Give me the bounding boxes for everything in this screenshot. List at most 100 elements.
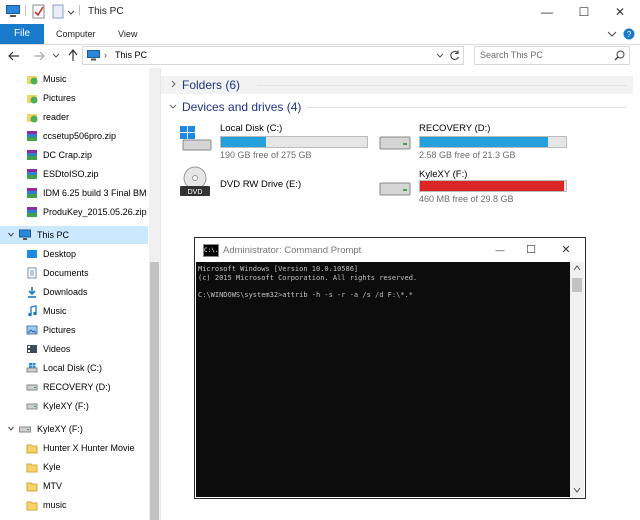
nav-item-reader[interactable]: reader	[0, 108, 148, 126]
folders-header[interactable]: Folders (6)	[182, 78, 240, 92]
nav-item-recovery[interactable]: RECOVERY (D:)	[0, 378, 148, 396]
nav-item-folder[interactable]: Hunter X Hunter Movie	[0, 439, 148, 457]
command-prompt-window[interactable]: C:\. Administrator: Command Prompt — ☐ ✕…	[194, 237, 586, 499]
devices-header[interactable]: Devices and drives (4)	[182, 100, 301, 114]
nav-item-zip[interactable]: ccsetup506pro.zip	[0, 127, 148, 145]
forward-icon[interactable]	[33, 51, 45, 61]
close-icon[interactable]: ✕	[549, 238, 583, 262]
back-icon[interactable]	[8, 51, 20, 61]
drive-name: Local Disk (C:)	[220, 123, 283, 134]
tab-view[interactable]: View	[118, 24, 137, 44]
tab-computer[interactable]: Computer	[56, 24, 96, 44]
windows-drive-icon	[26, 363, 38, 373]
nav-item-downloads[interactable]: Downloads	[0, 283, 148, 301]
nav-item-zip[interactable]: ProduKey_2015.05.26.zip	[0, 203, 148, 221]
tab-file[interactable]: File	[0, 24, 44, 44]
ribbon-expand-icon[interactable]	[607, 30, 617, 38]
nav-item-folder[interactable]: music	[0, 496, 148, 514]
computer-icon[interactable]	[6, 5, 20, 18]
drive-usage-fill	[420, 181, 564, 191]
chevron-down-icon[interactable]	[436, 53, 444, 59]
chevron-down-icon[interactable]	[8, 232, 14, 238]
nav-item-label: ESDtoISO.zip	[43, 169, 99, 179]
nav-item-drive-root[interactable]: KyleXY (F:)	[0, 420, 148, 438]
winrar-archive-icon	[27, 207, 37, 217]
maximize-icon[interactable]: ☐	[515, 238, 547, 262]
nav-item-pictures[interactable]: Pictures	[0, 89, 148, 107]
svg-text:DVD: DVD	[188, 189, 203, 196]
drive-icon	[26, 384, 38, 391]
cmd-console[interactable]: Microsoft Windows [Version 10.0.10586] (…	[196, 262, 570, 497]
music-icon	[28, 305, 37, 317]
computer-icon	[19, 229, 31, 240]
group-divider	[306, 107, 627, 108]
download-icon	[28, 287, 36, 298]
nav-item-music[interactable]: Music	[0, 70, 148, 88]
nav-scroll-thumb[interactable]	[150, 262, 159, 520]
new-folder-icon[interactable]	[52, 4, 64, 19]
nav-item-label: DC Crap.zip	[43, 150, 93, 160]
drive-free-space: 2.58 GB free of 21.3 GB	[419, 150, 516, 160]
chevron-down-icon[interactable]	[67, 5, 75, 17]
nav-item-this-pc[interactable]: This PC	[0, 226, 148, 244]
videos-icon	[27, 345, 37, 353]
chevron-right-icon[interactable]	[171, 80, 177, 88]
recent-locations-icon[interactable]	[52, 53, 60, 59]
nav-item-label: Downloads	[43, 287, 88, 297]
chevron-down-icon[interactable]	[8, 426, 14, 432]
close-icon[interactable]: ✕	[603, 0, 637, 24]
drive-icon	[379, 136, 411, 150]
refresh-icon[interactable]	[449, 50, 460, 61]
chevron-down-icon[interactable]	[169, 104, 177, 110]
nav-item-pictures[interactable]: Pictures	[0, 321, 148, 339]
dvd-drive-icon: DVD	[180, 166, 210, 196]
help-icon[interactable]: ?	[623, 28, 635, 40]
nav-item-kylexy[interactable]: KyleXY (F:)	[0, 397, 148, 415]
cmd-title-bar[interactable]: C:\. Administrator: Command Prompt — ☐ ✕	[195, 238, 585, 262]
folder-icon	[26, 501, 38, 511]
address-bar[interactable]: › This PC	[82, 46, 464, 65]
drive-name: KyleXY (F:)	[419, 169, 468, 180]
cmd-scroll-thumb[interactable]	[572, 278, 582, 292]
nav-item-folder[interactable]: MTV	[0, 477, 148, 495]
nav-item-folder[interactable]: Kyle	[0, 458, 148, 476]
nav-item-label: Local Disk (C:)	[43, 363, 103, 373]
nav-item-local-disk[interactable]: Local Disk (C:)	[0, 359, 148, 377]
nav-item-videos[interactable]: Videos	[0, 340, 148, 358]
nav-item-zip[interactable]: IDM 6.25 build 3 Final BM	[0, 184, 148, 202]
windows-drive-icon	[180, 126, 212, 151]
minimize-icon[interactable]: —	[485, 238, 515, 262]
cmd-scrollbar[interactable]	[570, 262, 584, 497]
nav-item-label: Music	[43, 74, 67, 84]
nav-item-label: ProduKey_2015.05.26.zip	[43, 207, 147, 217]
winrar-archive-icon	[27, 150, 37, 160]
nav-item-folder[interactable]	[0, 515, 148, 520]
nav-item-label: Kyle	[43, 462, 61, 472]
svg-text:?: ?	[627, 30, 632, 39]
up-icon[interactable]	[68, 49, 78, 62]
search-icon[interactable]	[614, 50, 625, 61]
nav-item-zip[interactable]: DC Crap.zip	[0, 146, 148, 164]
drive-tile-f[interactable]: KyleXY (F:) 460 MB free of 29.8 GB	[377, 166, 573, 206]
minimize-icon[interactable]: —	[530, 0, 564, 24]
nav-item-documents[interactable]: Documents	[0, 264, 148, 282]
search-placeholder: Search This PC	[480, 50, 543, 60]
folder-icon	[27, 114, 38, 123]
drive-tile-d[interactable]: RECOVERY (D:) 2.58 GB free of 21.3 GB	[377, 120, 573, 160]
nav-item-label: Videos	[43, 344, 71, 354]
nav-item-music[interactable]: Music	[0, 302, 148, 320]
nav-item-zip[interactable]: ESDtoISO.zip	[0, 165, 148, 183]
ribbon-tabs: File Computer View ?	[0, 24, 640, 45]
maximize-icon[interactable]: ☐	[567, 0, 601, 24]
nav-item-desktop[interactable]: Desktop	[0, 245, 148, 263]
scroll-up-icon[interactable]	[573, 265, 581, 271]
properties-icon[interactable]	[32, 4, 46, 19]
drive-tile-e[interactable]: DVD DVD RW Drive (E:)	[177, 166, 373, 206]
nav-item-label: Hunter X Hunter Movie	[43, 443, 135, 453]
navigation-pane: Music Pictures reader ccsetup506pro.zip …	[0, 68, 161, 520]
nav-item-label: music	[43, 500, 67, 510]
search-input[interactable]: Search This PC	[474, 46, 630, 65]
scroll-down-icon[interactable]	[573, 487, 581, 493]
drive-tile-c[interactable]: Local Disk (C:) 190 GB free of 275 GB	[177, 120, 373, 160]
breadcrumb[interactable]: This PC	[115, 50, 147, 60]
